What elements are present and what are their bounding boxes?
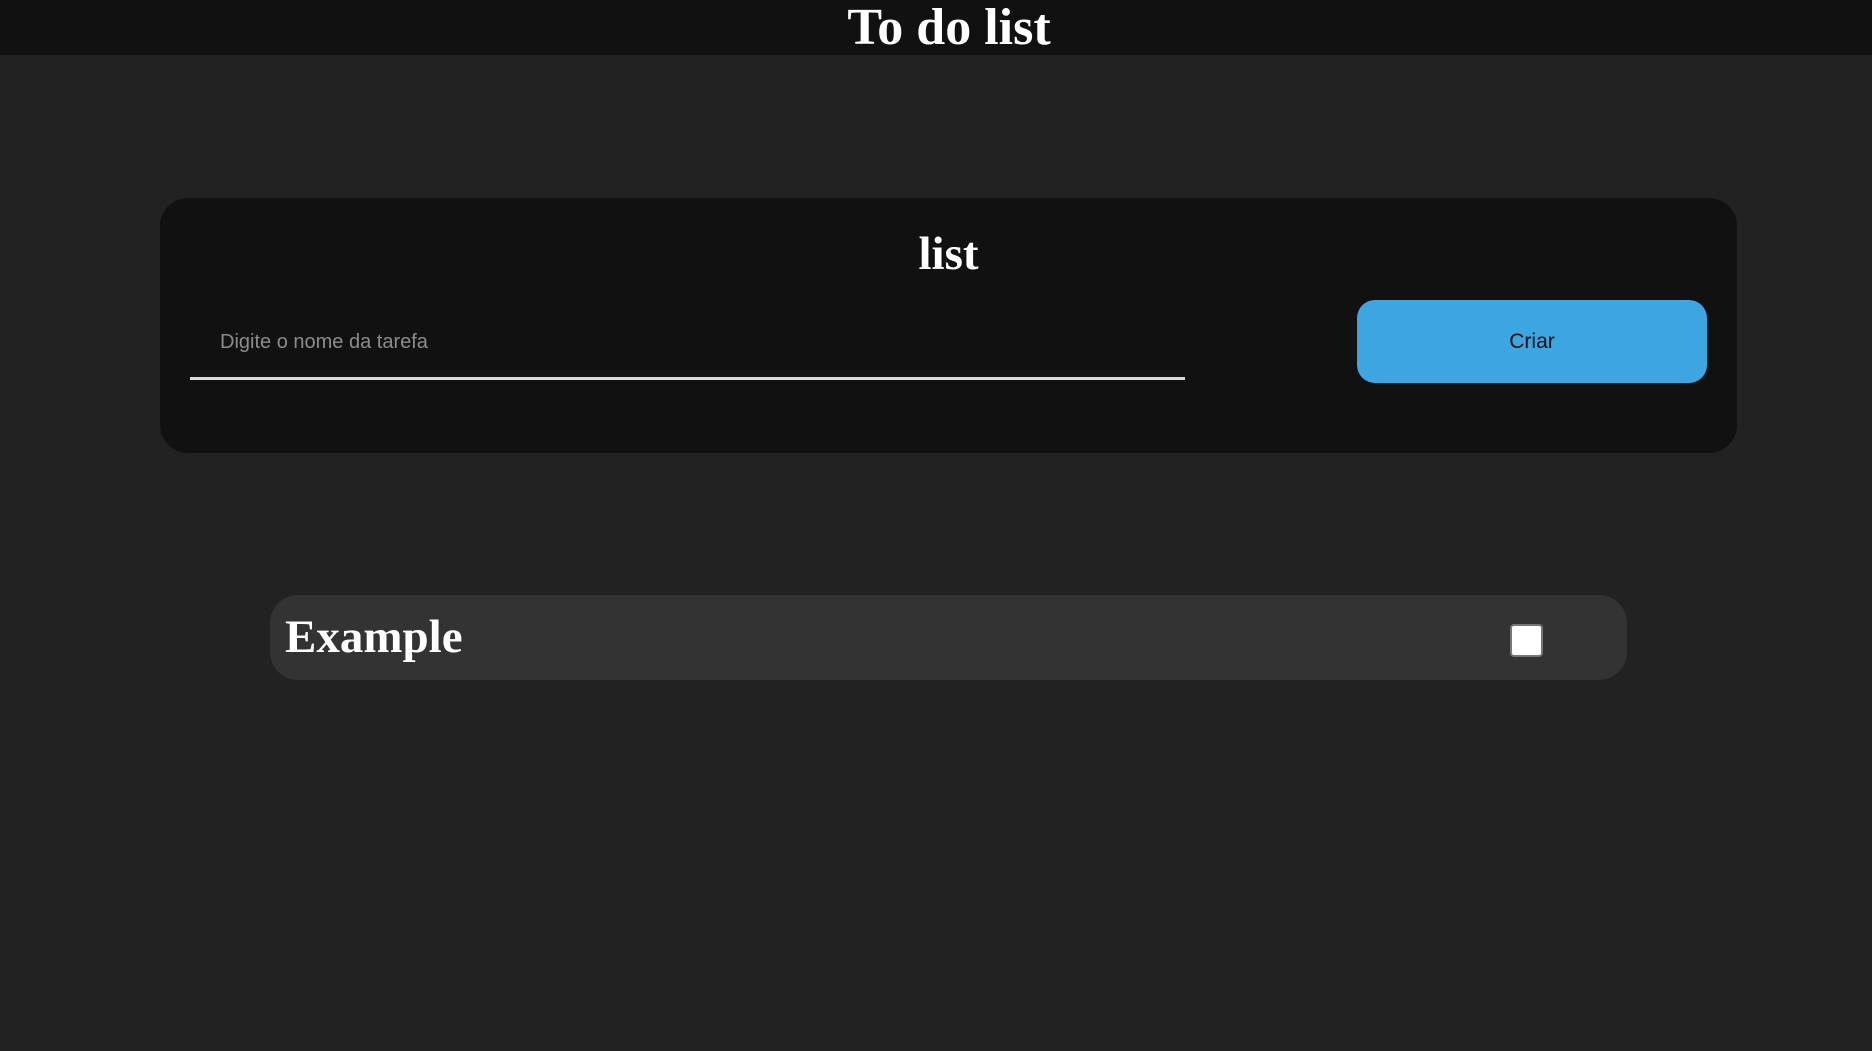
task-list: Example bbox=[270, 595, 1627, 680]
page-title: To do list bbox=[847, 0, 1051, 56]
task-item: Example bbox=[270, 595, 1627, 680]
task-label: Example bbox=[285, 611, 463, 663]
list-card: list Criar bbox=[160, 198, 1737, 453]
task-name-input[interactable] bbox=[190, 308, 1185, 380]
list-heading: list bbox=[918, 228, 979, 280]
create-button[interactable]: Criar bbox=[1357, 300, 1707, 383]
task-checkbox[interactable] bbox=[1510, 624, 1543, 657]
